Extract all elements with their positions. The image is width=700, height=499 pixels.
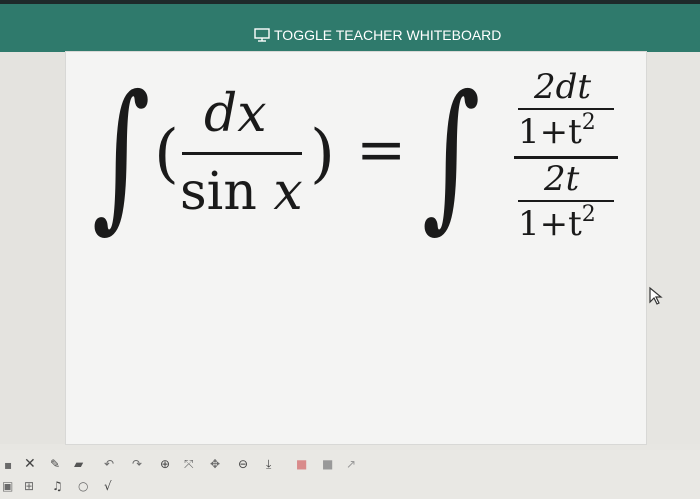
whiteboard-canvas[interactable]: ∫ ( dx sin x ) = ∫ 2dt 1+t2 2t 1+t2 <box>66 52 646 444</box>
move-icon[interactable]: ✥ <box>210 457 220 471</box>
more-icon[interactable]: ↗ <box>346 457 356 471</box>
zoom-out-icon[interactable]: ⊖ <box>238 457 248 471</box>
rhs-bottom-numerator: 2t <box>544 159 580 199</box>
rhs-bottom-denominator-base: 1+t <box>518 204 582 244</box>
circle-icon[interactable]: ○ <box>78 479 88 493</box>
lhs-numerator: dx <box>204 84 267 144</box>
rhs-integral-sign: ∫ <box>422 60 481 247</box>
right-margin <box>646 52 700 444</box>
grid-icon[interactable]: ⊞ <box>24 479 34 493</box>
rhs-bottom-denominator-exponent: 2 <box>581 202 596 227</box>
eraser-icon[interactable]: ▰ <box>74 457 83 471</box>
equals-sign: = <box>356 115 407 185</box>
rhs-bottom-denominator: 1+t2 <box>518 202 596 244</box>
header-bar: TOGGLE TEACHER WHITEBOARD <box>0 0 700 56</box>
delete-icon[interactable]: ■ <box>296 457 307 471</box>
lhs-open-paren: ( <box>154 117 179 191</box>
square-icon[interactable]: ▪ <box>4 458 12 472</box>
whiteboard-toolbar: ▪ ✕ ✎ ▰ ↶ ↷ ⊕ ⤧ ✥ ⊖ ⤓ ■ ■ ↗ ▣ ⊞ ♫ ○ √ <box>0 450 700 499</box>
color-icon[interactable]: ■ <box>322 457 333 471</box>
lhs-denominator: sin x <box>180 162 303 222</box>
toggle-teacher-whiteboard-button[interactable]: TOGGLE TEACHER WHITEBOARD <box>254 24 501 46</box>
toggle-label: TOGGLE TEACHER WHITEBOARD <box>274 27 502 43</box>
zoom-in-icon[interactable]: ⊕ <box>160 457 170 471</box>
rhs-top-denominator-exponent: 2 <box>581 110 596 135</box>
lhs-close-paren: ) <box>310 117 335 191</box>
lhs-fraction-bar <box>182 152 302 155</box>
music-icon[interactable]: ♫ <box>52 479 63 493</box>
rhs-top-denominator: 1+t2 <box>518 110 596 152</box>
sin-argument: x <box>273 162 303 222</box>
close-icon[interactable]: ✕ <box>24 457 36 471</box>
redo-icon[interactable]: ↷ <box>132 457 142 471</box>
fit-icon[interactable]: ⤧ <box>184 457 194 471</box>
screen-icon[interactable]: ▣ <box>2 479 13 493</box>
rhs-bottom-inner-bar <box>518 200 614 202</box>
pen-icon[interactable]: ✎ <box>50 457 60 471</box>
rhs-top-denominator-base: 1+t <box>518 112 582 152</box>
sqrt-icon[interactable]: √ <box>104 479 112 493</box>
mouse-cursor-icon <box>648 286 664 310</box>
left-margin <box>0 52 66 444</box>
sin-function: sin <box>180 162 257 222</box>
rhs-top-numerator: 2dt <box>534 67 592 107</box>
whiteboard-icon <box>254 28 270 42</box>
download-icon[interactable]: ⤓ <box>266 457 271 471</box>
undo-icon[interactable]: ↶ <box>104 457 114 471</box>
rhs-top-inner-bar <box>518 108 614 110</box>
lhs-integral-sign: ∫ <box>92 60 151 247</box>
